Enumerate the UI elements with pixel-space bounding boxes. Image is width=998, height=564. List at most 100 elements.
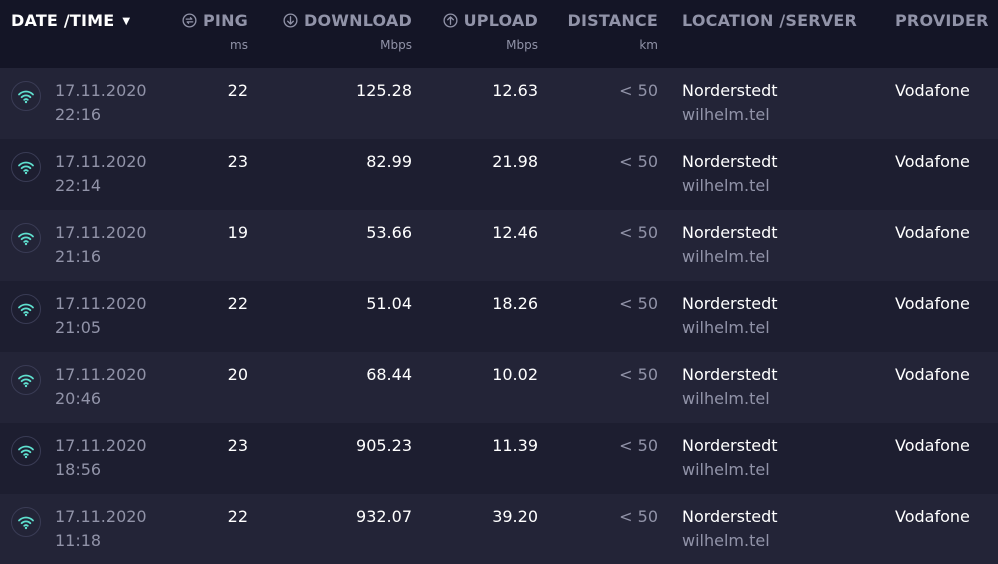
provider-value: Vodafone [895, 365, 970, 384]
ping-icon [182, 13, 197, 33]
server-value: wilhelm.tel [682, 176, 770, 195]
upload-icon [443, 13, 458, 33]
download-icon [283, 13, 298, 33]
server-value: wilhelm.tel [682, 247, 770, 266]
wifi-icon [11, 152, 41, 182]
sort-date-time-header[interactable]: DATE /TIME ▼ [11, 11, 130, 32]
table-row[interactable]: 17.11.2020 21:05 22 51.04 18.26 < 50 Nor… [0, 281, 998, 352]
date-time-label: DATE /TIME [11, 11, 115, 30]
sort-location-header[interactable]: LOCATION /SERVER [682, 11, 857, 31]
test-time: 18:56 [55, 460, 102, 479]
test-time: 21:16 [55, 247, 102, 266]
server-value: wilhelm.tel [682, 389, 770, 408]
download-value: 53.66 [366, 223, 412, 242]
distance-value: < 50 [619, 81, 658, 100]
test-time: 22:16 [55, 105, 102, 124]
download-value: 68.44 [366, 365, 412, 384]
server-value: wilhelm.tel [682, 531, 770, 550]
distance-value: < 50 [619, 365, 658, 384]
download-value: 125.28 [356, 81, 412, 100]
test-time: 20:46 [55, 389, 102, 408]
test-date: 17.11.2020 [55, 365, 147, 384]
test-date: 17.11.2020 [55, 81, 147, 100]
results-table: DATE /TIME ▼ PING ms DOWNLOAD Mbps UPLOAD… [0, 0, 998, 564]
test-date: 17.11.2020 [55, 223, 147, 242]
ping-value: 22 [227, 507, 248, 526]
distance-label: DISTANCE [567, 11, 658, 30]
download-unit: Mbps [380, 38, 412, 52]
upload-label: UPLOAD [463, 11, 538, 30]
upload-value: 11.39 [492, 436, 538, 455]
location-value: Norderstedt [682, 294, 778, 313]
upload-unit: Mbps [506, 38, 538, 52]
test-time: 22:14 [55, 176, 102, 195]
server-value: wilhelm.tel [682, 318, 770, 337]
table-header: DATE /TIME ▼ PING ms DOWNLOAD Mbps UPLOAD… [0, 0, 998, 68]
table-row[interactable]: 17.11.2020 21:16 19 53.66 12.46 < 50 Nor… [0, 210, 998, 281]
location-value: Norderstedt [682, 507, 778, 526]
ping-value: 22 [227, 81, 248, 100]
server-value: wilhelm.tel [682, 460, 770, 479]
distance-value: < 50 [619, 223, 658, 242]
download-value: 905.23 [356, 436, 412, 455]
download-value: 932.07 [356, 507, 412, 526]
ping-value: 19 [227, 223, 248, 242]
download-value: 51.04 [366, 294, 412, 313]
test-time: 11:18 [55, 531, 102, 550]
location-value: Norderstedt [682, 436, 778, 455]
ping-label: PING [202, 11, 248, 30]
provider-value: Vodafone [895, 81, 970, 100]
distance-value: < 50 [619, 152, 658, 171]
upload-value: 21.98 [492, 152, 538, 171]
distance-unit: km [639, 38, 658, 52]
ping-value: 22 [227, 294, 248, 313]
caret-down-icon: ▼ [122, 16, 131, 27]
distance-value: < 50 [619, 436, 658, 455]
wifi-icon [11, 365, 41, 395]
provider-label: PROVIDER [895, 11, 989, 30]
provider-value: Vodafone [895, 436, 970, 455]
sort-download-header[interactable]: DOWNLOAD [283, 11, 412, 33]
wifi-icon [11, 81, 41, 111]
wifi-icon [11, 436, 41, 466]
wifi-icon [11, 223, 41, 253]
provider-value: Vodafone [895, 507, 970, 526]
sort-distance-header[interactable]: DISTANCE [568, 11, 658, 31]
distance-value: < 50 [619, 294, 658, 313]
provider-value: Vodafone [895, 223, 970, 242]
table-row[interactable]: 17.11.2020 20:46 20 68.44 10.02 < 50 Nor… [0, 352, 998, 423]
location-label: LOCATION /SERVER [682, 11, 857, 30]
wifi-icon [11, 294, 41, 324]
upload-value: 39.20 [492, 507, 538, 526]
wifi-icon [11, 507, 41, 537]
location-value: Norderstedt [682, 81, 778, 100]
server-value: wilhelm.tel [682, 105, 770, 124]
provider-value: Vodafone [895, 152, 970, 171]
table-row[interactable]: 17.11.2020 18:56 23 905.23 11.39 < 50 No… [0, 423, 998, 494]
test-date: 17.11.2020 [55, 152, 147, 171]
provider-value: Vodafone [895, 294, 970, 313]
test-date: 17.11.2020 [55, 294, 147, 313]
download-label: DOWNLOAD [304, 11, 412, 30]
upload-value: 12.63 [492, 81, 538, 100]
upload-value: 18.26 [492, 294, 538, 313]
sort-ping-header[interactable]: PING [182, 11, 248, 33]
ping-value: 23 [227, 152, 248, 171]
table-row[interactable]: 17.11.2020 22:14 23 82.99 21.98 < 50 Nor… [0, 139, 998, 210]
ping-unit: ms [230, 38, 248, 52]
upload-value: 12.46 [492, 223, 538, 242]
sort-provider-header[interactable]: PROVIDER [895, 11, 989, 31]
download-value: 82.99 [366, 152, 412, 171]
location-value: Norderstedt [682, 152, 778, 171]
ping-value: 20 [227, 365, 248, 384]
location-value: Norderstedt [682, 365, 778, 384]
location-value: Norderstedt [682, 223, 778, 242]
ping-value: 23 [227, 436, 248, 455]
upload-value: 10.02 [492, 365, 538, 384]
table-row[interactable]: 17.11.2020 22:16 22 125.28 12.63 < 50 No… [0, 68, 998, 139]
table-row[interactable]: 17.11.2020 11:18 22 932.07 39.20 < 50 No… [0, 494, 998, 564]
test-time: 21:05 [55, 318, 102, 337]
test-date: 17.11.2020 [55, 507, 147, 526]
distance-value: < 50 [619, 507, 658, 526]
sort-upload-header[interactable]: UPLOAD [443, 11, 538, 33]
